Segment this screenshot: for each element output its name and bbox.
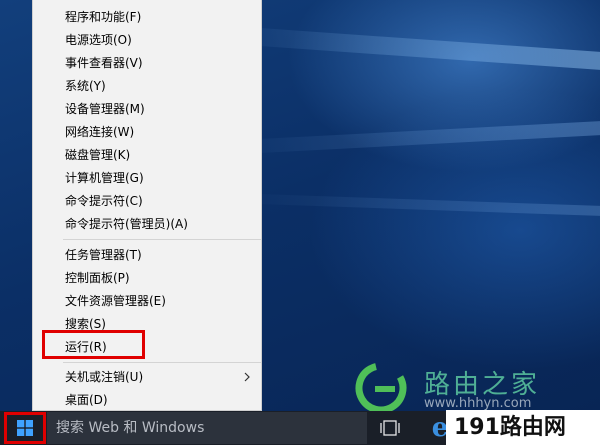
menu-item-file-explorer[interactable]: 文件资源管理器(E) — [33, 290, 261, 312]
menu-item-event-viewer[interactable]: 事件查看器(V) — [33, 52, 261, 74]
taskbar-search-input[interactable]: 搜索 Web 和 Windows — [47, 412, 367, 444]
menu-item-computer-management[interactable]: 计算机管理(G) — [33, 167, 261, 189]
wallpaper-light-beam — [262, 28, 600, 70]
menu-separator — [63, 362, 261, 363]
menu-item-system[interactable]: 系统(Y) — [33, 75, 261, 97]
windows-logo-icon — [17, 420, 33, 436]
menu-item-control-panel[interactable]: 控制面板(P) — [33, 267, 261, 289]
menu-item-command-prompt-admin[interactable]: 命令提示符(管理员)(A) — [33, 213, 261, 235]
menu-item-desktop[interactable]: 桌面(D) — [33, 389, 261, 411]
task-view-icon — [380, 420, 400, 436]
menu-item-disk-management[interactable]: 磁盘管理(K) — [33, 144, 261, 166]
wallpaper-light-beam — [262, 121, 600, 153]
task-view-button[interactable] — [376, 416, 404, 440]
menu-item-programs-features[interactable]: 程序和功能(F) — [33, 6, 261, 28]
menu-item-network-connections[interactable]: 网络连接(W) — [33, 121, 261, 143]
watermark-site: 191路由网 — [446, 410, 600, 445]
watermark-logo-icon — [355, 362, 407, 414]
wallpaper-light-beam — [262, 194, 600, 216]
menu-item-shutdown-signout[interactable]: 关机或注销(U) — [33, 366, 261, 388]
menu-item-task-manager[interactable]: 任务管理器(T) — [33, 244, 261, 266]
menu-item-power-options[interactable]: 电源选项(O) — [33, 29, 261, 51]
watermark-url: www.hhhyn.com — [424, 396, 532, 411]
start-button[interactable] — [4, 412, 46, 444]
run-highlight-annotation — [42, 330, 145, 359]
menu-item-label: 关机或注销(U) — [65, 370, 144, 384]
menu-item-device-manager[interactable]: 设备管理器(M) — [33, 98, 261, 120]
menu-separator — [63, 239, 261, 240]
menu-item-command-prompt[interactable]: 命令提示符(C) — [33, 190, 261, 212]
